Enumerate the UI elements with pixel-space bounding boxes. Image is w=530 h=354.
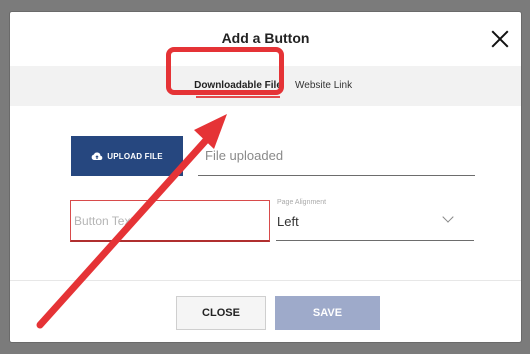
save-button[interactable]: SAVE: [275, 296, 380, 330]
chevron-down-icon: [442, 211, 454, 223]
add-button-dialog: Add a Button Downloadable File Website L…: [10, 12, 521, 342]
dialog-title: Add a Button: [221, 30, 310, 46]
cloud-upload-icon: [91, 151, 103, 160]
active-tab-indicator: [196, 96, 280, 98]
file-upload-status: File uploaded: [205, 148, 284, 163]
tab-downloadable-file[interactable]: Downloadable File: [190, 66, 286, 106]
tab-label: Website Link: [295, 80, 353, 91]
footer-divider: [10, 280, 521, 281]
button-text-input[interactable]: [70, 200, 270, 242]
tab-website-link[interactable]: Website Link: [295, 66, 375, 106]
dialog-header: Add a Button: [10, 12, 521, 66]
page-alignment-value: Left: [277, 214, 299, 229]
page-alignment-label: Page Alignment: [277, 199, 327, 206]
tab-label: Downloadable File: [194, 80, 282, 91]
close-button[interactable]: CLOSE: [176, 296, 266, 330]
upload-file-button[interactable]: UPLOAD FILE: [71, 136, 183, 176]
close-icon[interactable]: [491, 30, 509, 48]
upload-button-label: UPLOAD FILE: [107, 151, 163, 161]
file-field-underline: [198, 175, 475, 176]
tab-bar: Downloadable File Website Link: [10, 66, 521, 106]
page-alignment-select[interactable]: Left: [276, 208, 474, 241]
